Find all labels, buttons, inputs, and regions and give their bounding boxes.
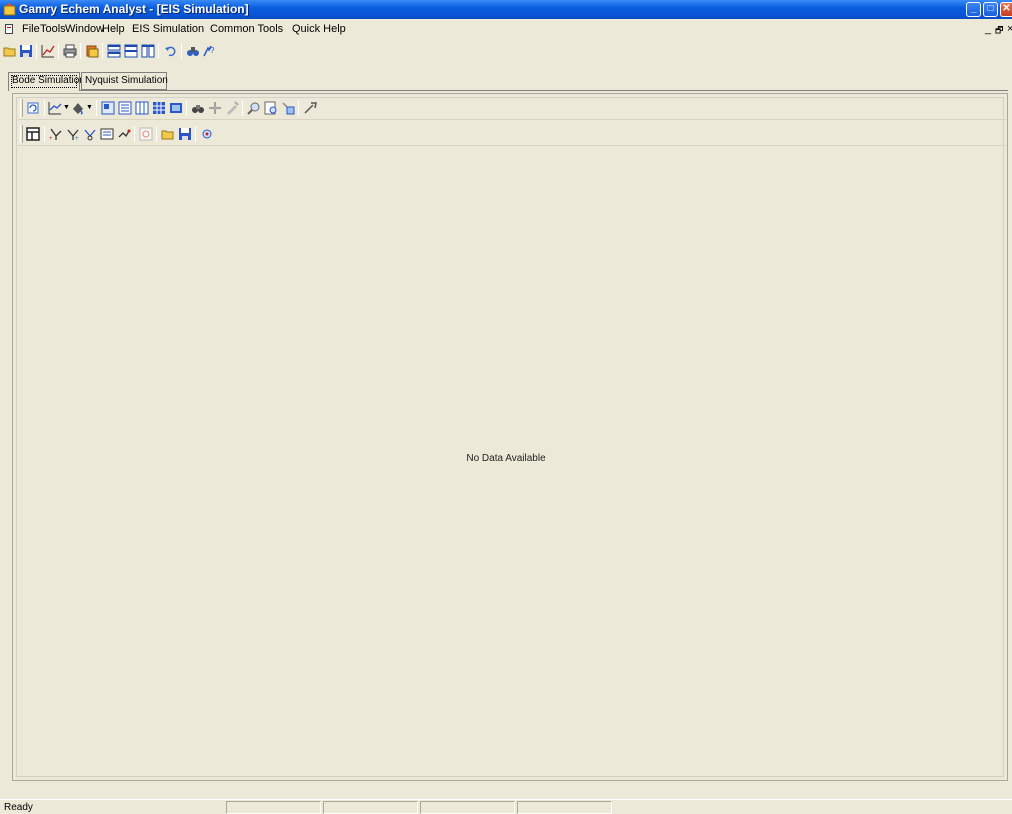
menu-eis-simulation[interactable]: EIS Simulation — [132, 23, 204, 35]
toolbar-separator — [156, 126, 157, 142]
fit-5-icon[interactable] — [117, 127, 131, 141]
toolbar-separator — [195, 126, 196, 142]
toolbar-separator — [44, 100, 45, 116]
layout-icon[interactable] — [26, 127, 40, 141]
toolbar-grip[interactable] — [20, 125, 23, 143]
undo-icon[interactable] — [164, 44, 178, 58]
chart-panel — [12, 93, 1008, 781]
fill-icon[interactable] — [71, 101, 85, 115]
fit-4-icon[interactable] — [100, 127, 114, 141]
page-icon[interactable] — [101, 101, 115, 115]
toolbar-separator — [158, 43, 159, 59]
status-pane — [420, 801, 515, 814]
tile-columns-icon[interactable] — [141, 44, 155, 58]
graph-icon[interactable] — [41, 44, 55, 58]
tab-nyquist-simulation[interactable]: Nyquist Simulation — [81, 72, 168, 90]
toolbar-separator — [134, 126, 135, 142]
line-chart-icon[interactable] — [48, 101, 62, 115]
zoom-page-icon[interactable] — [264, 101, 278, 115]
status-pane — [226, 801, 321, 814]
svg-text:+: + — [75, 136, 79, 141]
binoculars-icon[interactable] — [191, 101, 205, 115]
fill-dropdown-arrow[interactable]: ▼ — [86, 104, 93, 111]
toolbar-separator — [102, 43, 103, 59]
grid-icon[interactable] — [135, 101, 149, 115]
zoom-reset-icon[interactable] — [281, 101, 295, 115]
tab-bode-simulation[interactable]: Bode Simulation — [8, 72, 85, 91]
maximize-button[interactable]: □ — [983, 2, 998, 17]
open-icon[interactable] — [3, 44, 17, 58]
move-icon[interactable] — [208, 101, 222, 115]
empty-message: No Data Available — [466, 453, 546, 464]
fit-1-icon[interactable]: + — [49, 127, 63, 141]
menu-bar: File Tools Window Help EIS Simulation Co… — [0, 20, 1012, 38]
window-title: Gamry Echem Analyst - [EIS Simulation] — [19, 2, 249, 16]
binoculars-icon[interactable] — [186, 44, 200, 58]
menu-help[interactable]: Help — [102, 23, 125, 35]
close-button[interactable]: ✕ — [1000, 2, 1012, 17]
mdi-close-button[interactable]: × — [1007, 23, 1012, 35]
menu-file[interactable]: File — [22, 23, 40, 35]
print-icon[interactable] — [63, 44, 77, 58]
status-bar: Ready — [0, 799, 1012, 814]
open-folder-icon[interactable] — [161, 127, 175, 141]
main-toolbar: ? — [0, 39, 1012, 63]
tab-strip-border — [8, 90, 1008, 91]
toolbar-separator — [44, 126, 45, 142]
app-icon — [3, 3, 16, 16]
refresh-icon[interactable] — [26, 101, 40, 115]
toolbar-separator — [242, 100, 243, 116]
title-bar: Gamry Echem Analyst - [EIS Simulation] _… — [0, 0, 1012, 19]
svg-text:+: + — [49, 136, 53, 141]
status-pane — [323, 801, 418, 814]
menu-window[interactable]: Window — [65, 23, 104, 35]
page-data-icon[interactable] — [118, 101, 132, 115]
focus-outline — [11, 75, 77, 88]
toolbar-separator — [58, 43, 59, 59]
toolbar-separator — [80, 43, 81, 59]
status-pane — [517, 801, 612, 814]
pointer-icon[interactable] — [303, 101, 317, 115]
toolbar-grip[interactable] — [20, 99, 23, 117]
simulation-toolbar: + + — [18, 122, 1006, 146]
pencil-icon[interactable] — [225, 101, 239, 115]
toolbar-separator — [181, 43, 182, 59]
table-icon[interactable] — [152, 101, 166, 115]
chart-panel-inner — [16, 97, 1004, 777]
document-icon[interactable] — [5, 24, 13, 34]
toolbar-separator — [36, 43, 37, 59]
copy-icon[interactable] — [85, 44, 99, 58]
save-icon[interactable] — [178, 127, 192, 141]
tile-horizontal-icon[interactable] — [107, 44, 121, 58]
menu-tools[interactable]: Tools — [40, 23, 66, 35]
save-icon[interactable] — [19, 44, 33, 58]
toolbar-separator — [186, 100, 187, 116]
mdi-minimize-button[interactable]: _ — [985, 23, 991, 35]
svg-text:?: ? — [210, 46, 215, 55]
menu-common-tools[interactable]: Common Tools — [210, 23, 283, 35]
help-icon[interactable]: ? — [202, 44, 216, 58]
stop-icon[interactable] — [139, 127, 153, 141]
chart-toolbar: ▼ ▼ — [18, 96, 1006, 120]
toolbar-separator — [298, 100, 299, 116]
status-text: Ready — [4, 802, 33, 813]
image-icon[interactable] — [169, 101, 183, 115]
mdi-restore-button[interactable]: 🗗 — [995, 23, 1003, 39]
fit-2-icon[interactable]: + — [66, 127, 80, 141]
line-chart-dropdown-arrow[interactable]: ▼ — [63, 104, 70, 111]
toolbar-separator — [96, 100, 97, 116]
tile-vertical-icon[interactable] — [124, 44, 138, 58]
minimize-button[interactable]: _ — [966, 2, 981, 17]
fit-3-icon[interactable] — [83, 127, 97, 141]
menu-quick-help[interactable]: Quick Help — [292, 23, 346, 35]
tab-nyquist-label: Nyquist Simulation — [85, 75, 168, 86]
zoom-icon[interactable] — [247, 101, 261, 115]
settings-icon[interactable] — [200, 127, 214, 141]
